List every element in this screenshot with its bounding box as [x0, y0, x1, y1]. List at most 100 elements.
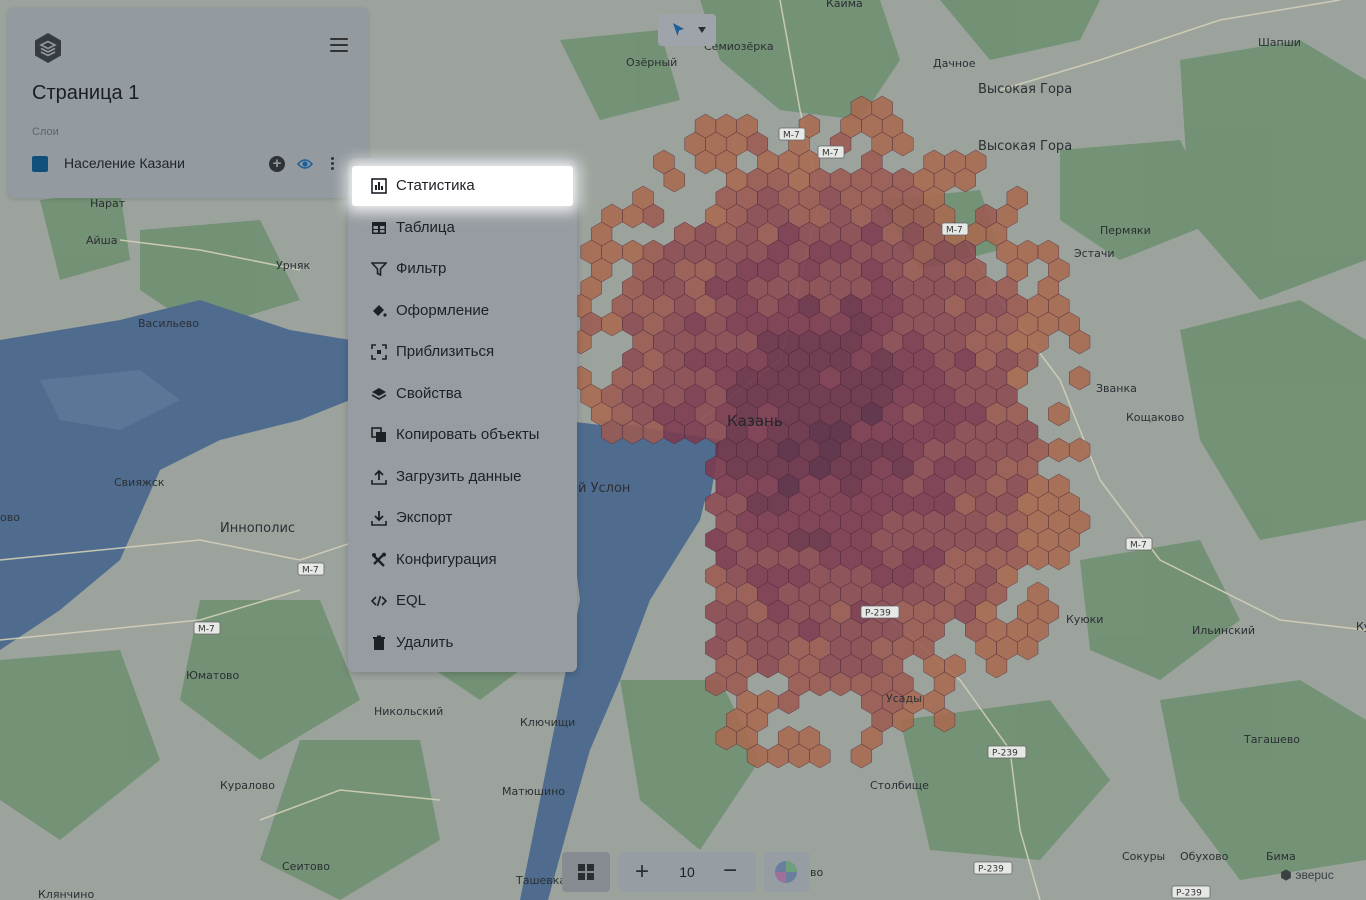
road-shield: М-7	[778, 127, 806, 141]
menu-item-zoom-to[interactable]: Приблизиться	[348, 332, 577, 372]
tools-icon	[372, 552, 386, 567]
map-place-label: Айша	[86, 234, 117, 247]
zoom-level: 10	[679, 864, 695, 880]
map-place-label: Куралово	[220, 779, 275, 792]
map-place-label: Шапши	[1258, 36, 1301, 49]
menu-item-table[interactable]: Таблица	[348, 208, 577, 248]
svg-text:М-7: М-7	[946, 226, 963, 236]
road-shield: М-7	[193, 621, 221, 635]
svg-text:Р-239: Р-239	[992, 749, 1018, 759]
map-place-label: Ключищи	[520, 716, 575, 729]
zoom-control: + 10 −	[618, 852, 756, 892]
map-place-label: Урняк	[276, 259, 310, 272]
menu-item-statistics[interactable]: Статистика	[352, 166, 573, 206]
menu-item-export[interactable]: Экспорт	[348, 498, 577, 538]
map-place-label: ово	[0, 511, 20, 524]
copy-icon	[371, 427, 386, 442]
menu-item-configuration[interactable]: Конфигурация	[348, 540, 577, 580]
brand-logo: эверuc	[1280, 868, 1334, 882]
menu-item-properties[interactable]: Свойства	[348, 374, 577, 414]
layer-name: Население Казани	[64, 155, 185, 171]
map-place-label: во	[810, 866, 823, 879]
map-place-label: Столбище	[870, 779, 929, 792]
map-place-label: Кайма	[826, 0, 863, 10]
map-place-label: Свияжск	[114, 476, 165, 489]
svg-text:Р-239: Р-239	[865, 609, 891, 619]
statistics-icon	[371, 178, 387, 194]
map-place-label: Куюки	[1066, 613, 1103, 626]
select-tool-dropdown[interactable]	[658, 14, 716, 46]
zoom-to-icon	[371, 344, 387, 360]
layer-item[interactable]: Население Казани +	[32, 152, 352, 176]
page-title: Страница 1	[32, 82, 140, 104]
map-place-label: Юматово	[186, 669, 240, 682]
road-shield: М-7	[1125, 537, 1153, 551]
svg-text:Р-239: Р-239	[1176, 889, 1202, 899]
map-place-label: Пермяки	[1100, 224, 1151, 237]
pointer-icon	[673, 23, 684, 36]
trash-icon	[373, 635, 385, 650]
zoom-in-button[interactable]: +	[630, 858, 654, 886]
svg-text:М-7: М-7	[783, 131, 800, 141]
map-place-label: Званка	[1096, 382, 1137, 395]
add-icon[interactable]: +	[269, 156, 285, 172]
eye-icon[interactable]	[297, 157, 313, 171]
menu-item-copy-objects[interactable]: Копировать объекты	[348, 415, 577, 455]
layers-stack-icon	[371, 388, 387, 400]
map-place-label: Усады	[886, 692, 922, 705]
paint-bucket-icon	[373, 305, 387, 317]
svg-text:Р-239: Р-239	[978, 865, 1004, 875]
hamburger-menu-icon[interactable]	[330, 38, 348, 54]
map-place-label: Казань	[727, 412, 783, 430]
map-place-label: Сеитово	[282, 860, 330, 873]
map-place-label: Озёрный	[626, 56, 677, 69]
map-place-label: Высокая Гора	[978, 82, 1072, 97]
road-shield: М-7	[941, 222, 969, 236]
more-vertical-icon[interactable]	[330, 155, 336, 173]
map-place-label: Ташевка	[515, 874, 566, 887]
map-place-label: Ку	[1356, 620, 1366, 633]
table-icon	[372, 222, 386, 234]
map-place-label: Клянчино	[38, 888, 94, 900]
basemap-switch-button[interactable]	[764, 852, 810, 892]
menu-item-upload-data[interactable]: Загрузить данные	[348, 457, 577, 497]
map-place-label: Матюшино	[502, 785, 565, 798]
grid-icon	[578, 864, 594, 880]
map-place-label: Ильинский	[1192, 624, 1255, 637]
map-place-label: Дачное	[933, 57, 976, 70]
code-icon	[371, 595, 387, 607]
download-icon	[371, 511, 387, 526]
menu-item-filter[interactable]: Фильтр	[348, 249, 577, 289]
project-panel: Страница 1 Слои Население Казани +	[8, 8, 368, 198]
map-place-label: Высокая Гора	[978, 139, 1072, 154]
map-place-label: Иннополис	[220, 521, 295, 536]
road-shield: М-7	[817, 145, 845, 159]
grid-view-button[interactable]	[562, 852, 610, 892]
map-place-label: Эстачи	[1074, 247, 1115, 260]
layers-caption: Слои	[32, 126, 59, 138]
menu-item-eql[interactable]: EQL	[348, 581, 577, 621]
menu-item-style[interactable]: Оформление	[348, 291, 577, 331]
map-place-label: Бима	[1266, 850, 1296, 863]
svg-text:М-7: М-7	[1130, 541, 1147, 551]
menu-item-delete[interactable]: Удалить	[348, 623, 577, 663]
map-place-label: й Услон	[578, 481, 630, 496]
road-shield: Р-239	[1171, 885, 1211, 899]
road-shield: Р-239	[973, 861, 1013, 875]
app-logo-icon[interactable]	[32, 32, 64, 64]
road-shield: М-7	[297, 562, 325, 576]
map-place-label: Нарат	[90, 197, 126, 210]
filter-icon	[371, 262, 387, 277]
svg-text:М-7: М-7	[822, 149, 839, 159]
chevron-down-icon	[698, 27, 706, 33]
layer-color-swatch[interactable]	[32, 156, 48, 172]
map-place-label: Тагашево	[1243, 733, 1300, 746]
svg-text:М-7: М-7	[198, 625, 215, 635]
map-place-label: Сокуры	[1122, 850, 1165, 863]
svg-text:М-7: М-7	[302, 566, 319, 576]
map-place-label: Никольский	[374, 705, 443, 718]
map-place-label: Обухово	[1180, 850, 1229, 863]
zoom-out-button[interactable]: −	[718, 858, 742, 886]
upload-icon	[371, 469, 387, 485]
map-place-label: Васильево	[138, 317, 199, 330]
